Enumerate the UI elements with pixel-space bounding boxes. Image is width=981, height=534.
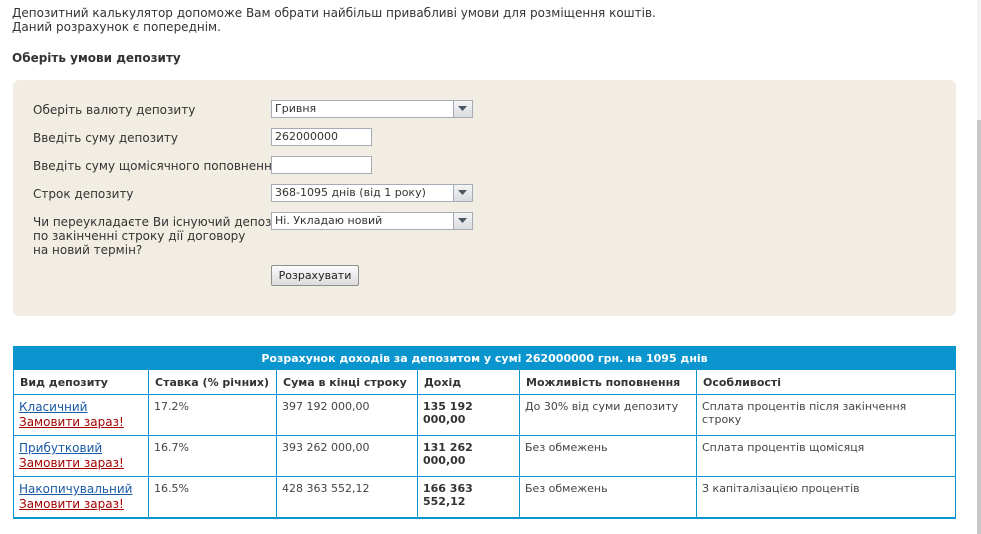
reissue-label-line-2: по закінченні строку дії договору: [33, 229, 246, 243]
rate-cell: 17.2%: [148, 394, 277, 436]
features-cell: З капіталізацією процентів: [696, 476, 956, 519]
currency-select-value: Гривня: [275, 102, 317, 115]
total-cell: 397 192 000,00: [276, 394, 418, 436]
deposit-link-classic[interactable]: Класичний: [19, 400, 142, 415]
total-cell: 393 262 000,00: [276, 435, 418, 477]
topup-cell: До 30% від суми депозиту: [519, 394, 697, 436]
deposit-form-panel: Оберіть валюту депозиту Гривня Введіть с…: [13, 80, 956, 316]
chevron-down-icon[interactable]: [453, 101, 472, 117]
term-label: Строк депозиту: [33, 187, 134, 201]
deposit-link-profitable[interactable]: Прибутковий: [19, 441, 142, 456]
income-cell: 131 262 000,00: [417, 435, 520, 477]
col-header-topup: Можливість поповнення: [519, 369, 697, 395]
col-header-type: Вид депозиту: [13, 369, 149, 395]
deposit-link-accumulative[interactable]: Накопичувальний: [19, 482, 142, 497]
section-title: Оберіть умови депозиту: [12, 51, 181, 65]
chevron-down-icon[interactable]: [453, 185, 472, 201]
amount-label: Введіть суму депозиту: [33, 131, 179, 145]
amount-input[interactable]: 262000000: [271, 128, 372, 146]
reissue-label-line-1: Чи переукладаєте Ви існуючий депозит: [33, 215, 287, 229]
reissue-select[interactable]: Ні. Укладаю новий: [271, 212, 473, 230]
results-title: Розрахунок доходів за депозитом у сумі 2…: [13, 346, 956, 370]
col-header-features: Особливості: [696, 369, 956, 395]
income-cell: 166 363 552,12: [417, 476, 520, 519]
reissue-label: Чи переукладаєте Ви існуючий депозит по …: [33, 215, 286, 257]
order-now-link[interactable]: Замовити зараз!: [19, 497, 142, 512]
scrollbar-thumb[interactable]: [977, 120, 981, 534]
rate-cell: 16.7%: [148, 435, 277, 477]
table-row: Класичний Замовити зараз! 17.2% 397 192 …: [13, 394, 956, 436]
chevron-down-icon[interactable]: [453, 213, 472, 229]
currency-label: Оберіть валюту депозиту: [33, 103, 196, 117]
calculate-button[interactable]: Розрахувати: [271, 265, 359, 286]
reissue-label-line-3: на новий термін?: [33, 243, 143, 257]
deposit-type-cell: Прибутковий Замовити зараз!: [13, 435, 149, 477]
term-select[interactable]: 368-1095 днів (від 1 року): [271, 184, 473, 202]
intro-text: Депозитний калькулятор допоможе Вам обра…: [12, 6, 656, 34]
col-header-income: Дохід: [417, 369, 520, 395]
income-cell: 135 192 000,00: [417, 394, 520, 436]
features-cell: Сплата процентів щомісяця: [696, 435, 956, 477]
features-cell: Сплата процентів після закінчення строку: [696, 394, 956, 436]
table-row: Прибутковий Замовити зараз! 16.7% 393 26…: [13, 435, 956, 477]
currency-select[interactable]: Гривня: [271, 100, 473, 118]
rate-cell: 16.5%: [148, 476, 277, 519]
reissue-select-value: Ні. Укладаю новий: [275, 214, 383, 227]
total-cell: 428 363 552,12: [276, 476, 418, 519]
term-select-value: 368-1095 днів (від 1 року): [275, 186, 426, 199]
table-row: Накопичувальний Замовити зараз! 16.5% 42…: [13, 476, 956, 519]
col-header-total: Сума в кінці строку: [276, 369, 418, 395]
order-now-link[interactable]: Замовити зараз!: [19, 456, 142, 471]
deposit-type-cell: Класичний Замовити зараз!: [13, 394, 149, 436]
results-table: Розрахунок доходів за депозитом у сумі 2…: [13, 346, 956, 519]
order-now-link[interactable]: Замовити зараз!: [19, 415, 142, 430]
topup-cell: Без обмежень: [519, 435, 697, 477]
deposit-type-cell: Накопичувальний Замовити зараз!: [13, 476, 149, 519]
topup-cell: Без обмежень: [519, 476, 697, 519]
monthly-topup-input[interactable]: [271, 156, 372, 174]
intro-line-1: Депозитний калькулятор допоможе Вам обра…: [12, 6, 656, 20]
col-header-rate: Ставка (% річних): [148, 369, 277, 395]
intro-line-2: Даний розрахунок є попереднім.: [12, 20, 221, 34]
monthly-topup-label: Введіть суму щомісячного поповнення: [33, 159, 280, 173]
